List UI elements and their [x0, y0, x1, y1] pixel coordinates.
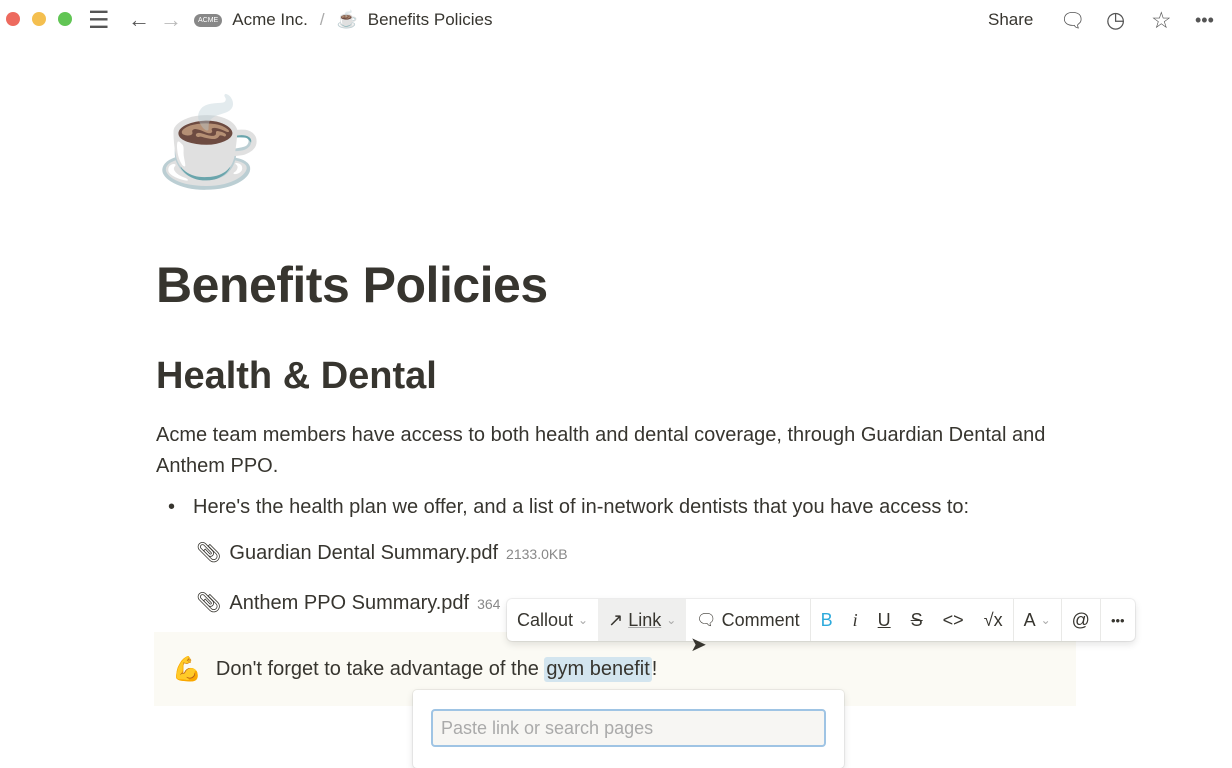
mouse-cursor-icon: ➤ — [690, 634, 707, 656]
comment-label: Comment — [721, 609, 800, 630]
paperclip-icon: 📎︎ — [196, 542, 222, 564]
section-heading[interactable]: Health & Dental — [156, 355, 437, 398]
share-button[interactable]: Share — [988, 0, 1033, 40]
mention-button[interactable]: @ — [1062, 599, 1100, 641]
file-size: 364 — [477, 596, 501, 612]
breadcrumb-workspace[interactable]: Acme Inc. — [232, 10, 308, 30]
more-button[interactable]: ••• — [1101, 599, 1135, 641]
page-title[interactable]: Benefits Policies — [156, 256, 548, 314]
chevron-down-icon: ⌄ — [666, 613, 677, 627]
paperclip-icon: 📎︎ — [196, 592, 222, 614]
link-popup — [413, 690, 844, 768]
bullet-dot: • — [168, 496, 176, 518]
file-size: 2133.0KB — [506, 546, 568, 562]
bold-button[interactable]: B — [811, 599, 843, 641]
text-color-button[interactable]: A ⌄ — [1014, 599, 1061, 641]
back-arrow-icon[interactable]: ← — [128, 0, 150, 40]
breadcrumb-page[interactable]: Benefits Policies — [368, 10, 493, 30]
italic-button[interactable]: i — [843, 599, 868, 641]
link-search-input[interactable] — [431, 709, 826, 747]
turn-into-button[interactable]: Callout ⌄ — [507, 599, 598, 641]
bullet-text: Here's the health plan we offer, and a l… — [193, 496, 970, 518]
menu-icon[interactable]: ☰ — [88, 0, 110, 40]
breadcrumb-separator: / — [319, 10, 325, 29]
strikethrough-button[interactable]: S — [901, 599, 933, 641]
chevron-down-icon: ⌄ — [1040, 613, 1051, 627]
file-attachment[interactable]: 📎︎ Anthem PPO Summary.pdf 364 — [196, 590, 500, 615]
underline-button[interactable]: U — [868, 599, 901, 641]
selected-text[interactable]: gym benefit — [544, 656, 652, 682]
arrow-up-right-icon: ↗ — [608, 609, 624, 630]
top-bar: ☰ ← → ACME Acme Inc. / ☕ Benefits Polici… — [0, 0, 1232, 40]
bullet-item[interactable]: • Here's the health plan we offer, and a … — [168, 492, 969, 522]
link-label: Link — [628, 609, 662, 630]
file-name: Anthem PPO Summary.pdf — [229, 592, 470, 614]
comment-icon: 🗨 — [696, 612, 717, 629]
block-type-label: Callout — [517, 609, 574, 630]
chevron-down-icon: ⌄ — [578, 613, 589, 627]
history-clock-icon[interactable]: ◷ — [1106, 0, 1125, 40]
breadcrumb: ACME Acme Inc. / ☕ Benefits Policies — [194, 0, 492, 40]
code-button[interactable]: <> — [933, 599, 974, 641]
workspace-logo: ACME — [194, 13, 223, 27]
flexed-biceps-icon[interactable]: 💪 — [172, 655, 202, 684]
file-name: Guardian Dental Summary.pdf — [229, 542, 499, 564]
callout-text-end: ! — [651, 657, 658, 680]
maximize-window-button[interactable] — [58, 12, 72, 26]
more-options-icon[interactable]: ••• — [1195, 0, 1214, 40]
close-window-button[interactable] — [6, 12, 20, 26]
comments-icon[interactable]: 🗨 — [1060, 0, 1085, 40]
coffee-icon: ☕ — [336, 10, 358, 29]
minimize-window-button[interactable] — [32, 12, 46, 26]
text-color-label: A — [1023, 609, 1036, 630]
favorite-star-icon[interactable]: ☆ — [1151, 0, 1172, 40]
formatting-toolbar: Callout ⌄ ↗ Link ⌄ 🗨 Comment B i U S <> √x A… — [507, 599, 1135, 641]
forward-arrow-icon[interactable]: → — [160, 0, 182, 40]
link-button[interactable]: ↗ Link ⌄ — [598, 599, 687, 641]
paragraph[interactable]: Acme team members have access to both he… — [156, 420, 1076, 482]
page-icon[interactable]: ☕ — [156, 100, 263, 186]
callout-text: Don't forget to take advantage of the — [215, 657, 545, 680]
file-attachment[interactable]: 📎︎ Guardian Dental Summary.pdf 2133.0KB — [196, 540, 568, 565]
math-button[interactable]: √x — [974, 599, 1013, 641]
